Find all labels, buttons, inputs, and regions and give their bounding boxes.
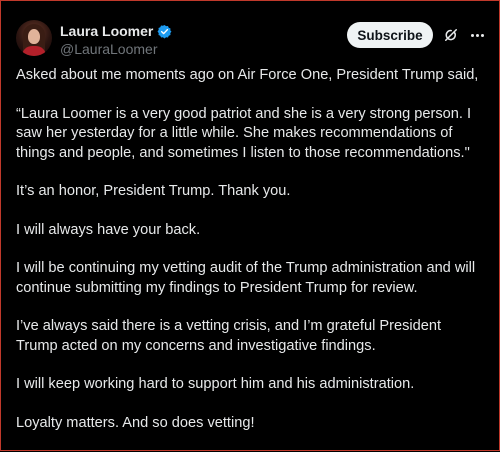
post-text: Asked about me moments ago on Air Force …: [16, 66, 486, 452]
subscribe-button[interactable]: Subscribe: [347, 22, 433, 48]
author-names: Laura Loomer @LauraLoomer: [60, 22, 172, 57]
post-paragraph: Loyalty matters. And so does vetting!: [16, 414, 255, 431]
more-options-icon[interactable]: [468, 26, 486, 44]
more-dot: [480, 33, 484, 37]
grok-icon[interactable]: [442, 26, 460, 44]
display-name-row: Laura Loomer: [60, 22, 172, 40]
post-paragraph: It’s an honor, President Trump. Thank yo…: [16, 183, 291, 199]
more-dot: [475, 33, 479, 37]
avatar-face: [28, 29, 40, 44]
post-paragraph: I will be continuing my vetting audit of…: [16, 260, 476, 296]
post-header: Laura Loomer @LauraLoomer Subscribe: [14, 18, 486, 58]
post-paragraph: I will always have your back.: [16, 221, 201, 238]
post-paragraph: I will keep working hard to support him …: [16, 376, 415, 392]
post-paragraph: Asked about me moments ago on Air Force …: [16, 67, 479, 83]
more-dot: [470, 33, 474, 37]
display-name[interactable]: Laura Loomer: [60, 23, 153, 39]
avatar[interactable]: [16, 20, 52, 56]
author-handle[interactable]: @LauraLoomer: [60, 41, 172, 57]
post-paragraph: I’ve always said there is a vetting cris…: [16, 318, 442, 354]
verified-badge-icon: [157, 24, 172, 38]
avatar-shirt: [22, 46, 46, 56]
post-paragraph: “Laura Loomer is a very good patriot and…: [16, 105, 472, 161]
